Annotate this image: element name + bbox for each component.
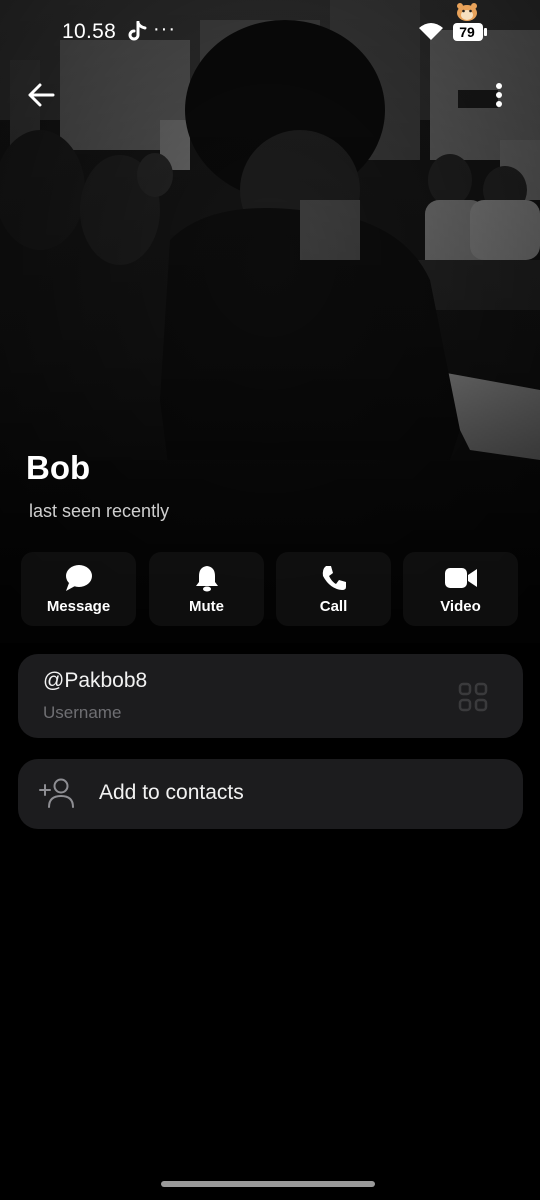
action-buttons-row: Message Mute Call Video bbox=[21, 552, 519, 626]
profile-photo[interactable] bbox=[0, 0, 540, 643]
username-card[interactable]: @Pakbob8 Username bbox=[18, 654, 523, 738]
username-value: @Pakbob8 bbox=[43, 669, 148, 692]
hamster-icon bbox=[457, 3, 477, 21]
username-label: Username bbox=[43, 703, 122, 722]
home-indicator[interactable] bbox=[161, 1181, 375, 1187]
status-bar: 10.58 ··· 79 bbox=[0, 0, 540, 64]
back-button[interactable] bbox=[22, 76, 60, 114]
video-camera-icon bbox=[444, 568, 477, 588]
mute-button[interactable]: Mute bbox=[149, 552, 264, 626]
video-button[interactable]: Video bbox=[403, 552, 518, 626]
arrow-left-icon bbox=[28, 83, 55, 107]
chat-bubble-icon bbox=[65, 565, 92, 591]
profile-last-seen: last seen recently bbox=[29, 501, 170, 521]
status-more-indicator: ··· bbox=[153, 18, 176, 40]
call-button-label: Call bbox=[319, 598, 348, 615]
more-options-button[interactable] bbox=[480, 76, 518, 114]
more-vertical-icon bbox=[496, 83, 502, 107]
status-time: 10.58 bbox=[62, 20, 117, 43]
tiktok-icon bbox=[128, 21, 147, 41]
add-user-icon bbox=[39, 778, 74, 808]
message-button[interactable]: Message bbox=[21, 552, 136, 626]
message-button-label: Message bbox=[46, 598, 111, 615]
battery-level: 79 bbox=[459, 24, 475, 40]
video-button-label: Video bbox=[440, 598, 481, 615]
mute-button-label: Mute bbox=[189, 598, 224, 615]
bell-icon bbox=[195, 566, 218, 592]
add-to-contacts-label: Add to contacts bbox=[99, 781, 244, 804]
qr-code-icon[interactable] bbox=[458, 682, 488, 712]
call-button[interactable]: Call bbox=[276, 552, 391, 626]
add-to-contacts-button[interactable]: Add to contacts bbox=[18, 759, 523, 829]
phone-icon bbox=[322, 566, 346, 590]
wifi-icon bbox=[419, 23, 443, 40]
profile-name: Bob bbox=[26, 449, 91, 486]
profile-photo-image bbox=[0, 0, 540, 643]
